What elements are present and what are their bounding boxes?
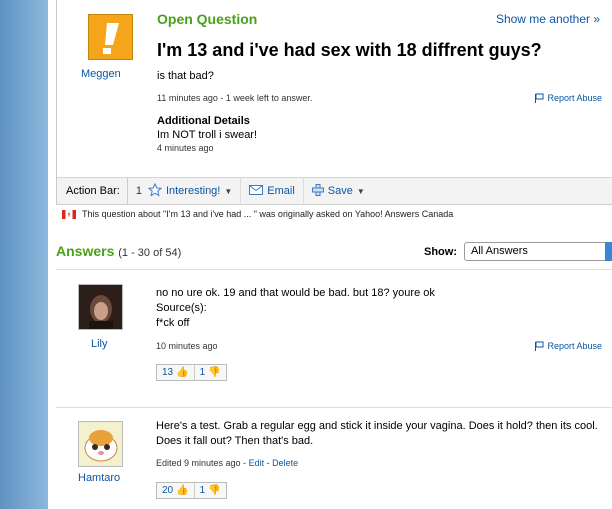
answerer-name[interactable]: Lily	[91, 338, 108, 350]
plus-icon	[311, 183, 324, 199]
thumbs-down-icon: 👎	[208, 367, 221, 378]
answerer-name[interactable]: Hamtaro	[78, 472, 120, 484]
thumbs-up-count: 20	[162, 485, 174, 496]
answer-meta: Edited 9 minutes ago - Edit - Delete	[156, 458, 299, 468]
thumbs-down-button[interactable]: 1 👎	[193, 483, 226, 498]
question-card: Meggen Open Question Show me another » I…	[56, 0, 612, 178]
answer-filter-value: All Answers	[471, 245, 528, 257]
thumbs-up-icon: 👍	[176, 485, 189, 496]
source-text: f*ck off	[156, 317, 190, 329]
question-title: I'm 13 and i've had sex with 18 diffrent…	[157, 40, 542, 60]
interesting-label: Interesting!	[165, 185, 221, 197]
report-abuse-label: Report Abuse	[547, 93, 602, 103]
star-icon	[147, 182, 163, 200]
answer-item: Hamtaro Here's a test. Grab a regular eg…	[56, 408, 612, 509]
answer-body: no no ure ok. 19 and that would be bad. …	[156, 287, 435, 299]
main-content: Meggen Open Question Show me another » I…	[48, 0, 612, 509]
report-abuse-question[interactable]: Report Abuse	[534, 93, 602, 103]
flag-icon	[534, 93, 544, 103]
report-abuse-answer[interactable]: Report Abuse	[534, 341, 602, 351]
additional-details-heading: Additional Details	[157, 115, 250, 127]
question-meta: 11 minutes ago - 1 week left to answer.	[157, 93, 313, 103]
origin-note: This question about "I'm 13 and i've had…	[62, 209, 453, 219]
question-body: is that bad?	[157, 70, 214, 82]
chevron-down-icon: ▼	[356, 186, 365, 196]
edit-link[interactable]: Edit	[249, 458, 265, 468]
interesting-count: 1	[135, 185, 142, 197]
additional-details-time: 4 minutes ago	[157, 143, 214, 153]
select-arrow-icon	[605, 242, 612, 261]
save-label: Save	[327, 185, 353, 197]
vote-box: 13 👍 1 👎	[156, 364, 227, 381]
canada-flag-icon	[62, 209, 76, 219]
delete-link[interactable]: Delete	[272, 458, 298, 468]
open-question-label: Open Question	[157, 11, 258, 27]
thumbs-down-icon: 👎	[208, 485, 221, 496]
save-button[interactable]: Save ▼	[304, 178, 373, 205]
origin-note-text: This question about "I'm 13 and i've had…	[82, 209, 454, 219]
vote-box: 20 👍 1 👎	[156, 482, 227, 499]
email-button[interactable]: Email	[241, 177, 304, 205]
thumbs-up-icon: 👍	[176, 367, 189, 378]
show-filter-label: Show:	[424, 246, 457, 258]
thumbs-down-count: 1	[199, 485, 206, 496]
interesting-button[interactable]: 1 Interesting! ▼	[128, 177, 242, 205]
thumbs-up-count: 13	[162, 367, 174, 378]
answers-title: Answers	[56, 243, 115, 259]
answers-range: (1 - 30 of 54)	[118, 247, 182, 259]
answer-item: Lily no no ure ok. 19 and that would be …	[56, 270, 612, 405]
asker-avatar[interactable]	[88, 14, 133, 60]
action-bar: Action Bar: 1 Interesting! ▼ Email Save …	[56, 177, 612, 205]
answer-body: Here's a test. Grab a regular egg and st…	[156, 420, 598, 447]
action-bar-label: Action Bar:	[57, 177, 128, 205]
additional-details-body: Im NOT troll i swear!	[157, 129, 258, 141]
answer-filter-select[interactable]: All Answers	[464, 242, 612, 261]
page-sidebar	[0, 0, 48, 509]
envelope-icon	[249, 184, 264, 198]
asker-name[interactable]: Meggen	[81, 68, 121, 80]
answer-text: no no ure ok. 19 and that would be bad. …	[156, 286, 606, 331]
thumbs-up-button[interactable]: 13 👍	[157, 365, 194, 380]
answer-meta-text: Edited 9 minutes ago -	[156, 458, 249, 468]
sources-label: Source(s):	[156, 302, 207, 314]
thumbs-down-count: 1	[199, 367, 206, 378]
thumbs-down-button[interactable]: 1 👎	[193, 365, 226, 380]
answers-heading: Answers (1 - 30 of 54)	[56, 243, 181, 259]
answerer-avatar[interactable]	[78, 421, 123, 467]
show-another-link[interactable]: Show me another »	[496, 12, 600, 26]
chevron-down-icon: ▼	[224, 186, 233, 196]
answerer-avatar[interactable]	[78, 284, 123, 330]
answer-meta: 10 minutes ago	[156, 341, 218, 351]
flag-icon	[534, 341, 544, 351]
report-abuse-label: Report Abuse	[547, 341, 602, 351]
email-label: Email	[267, 185, 295, 197]
thumbs-up-button[interactable]: 20 👍	[157, 483, 194, 498]
